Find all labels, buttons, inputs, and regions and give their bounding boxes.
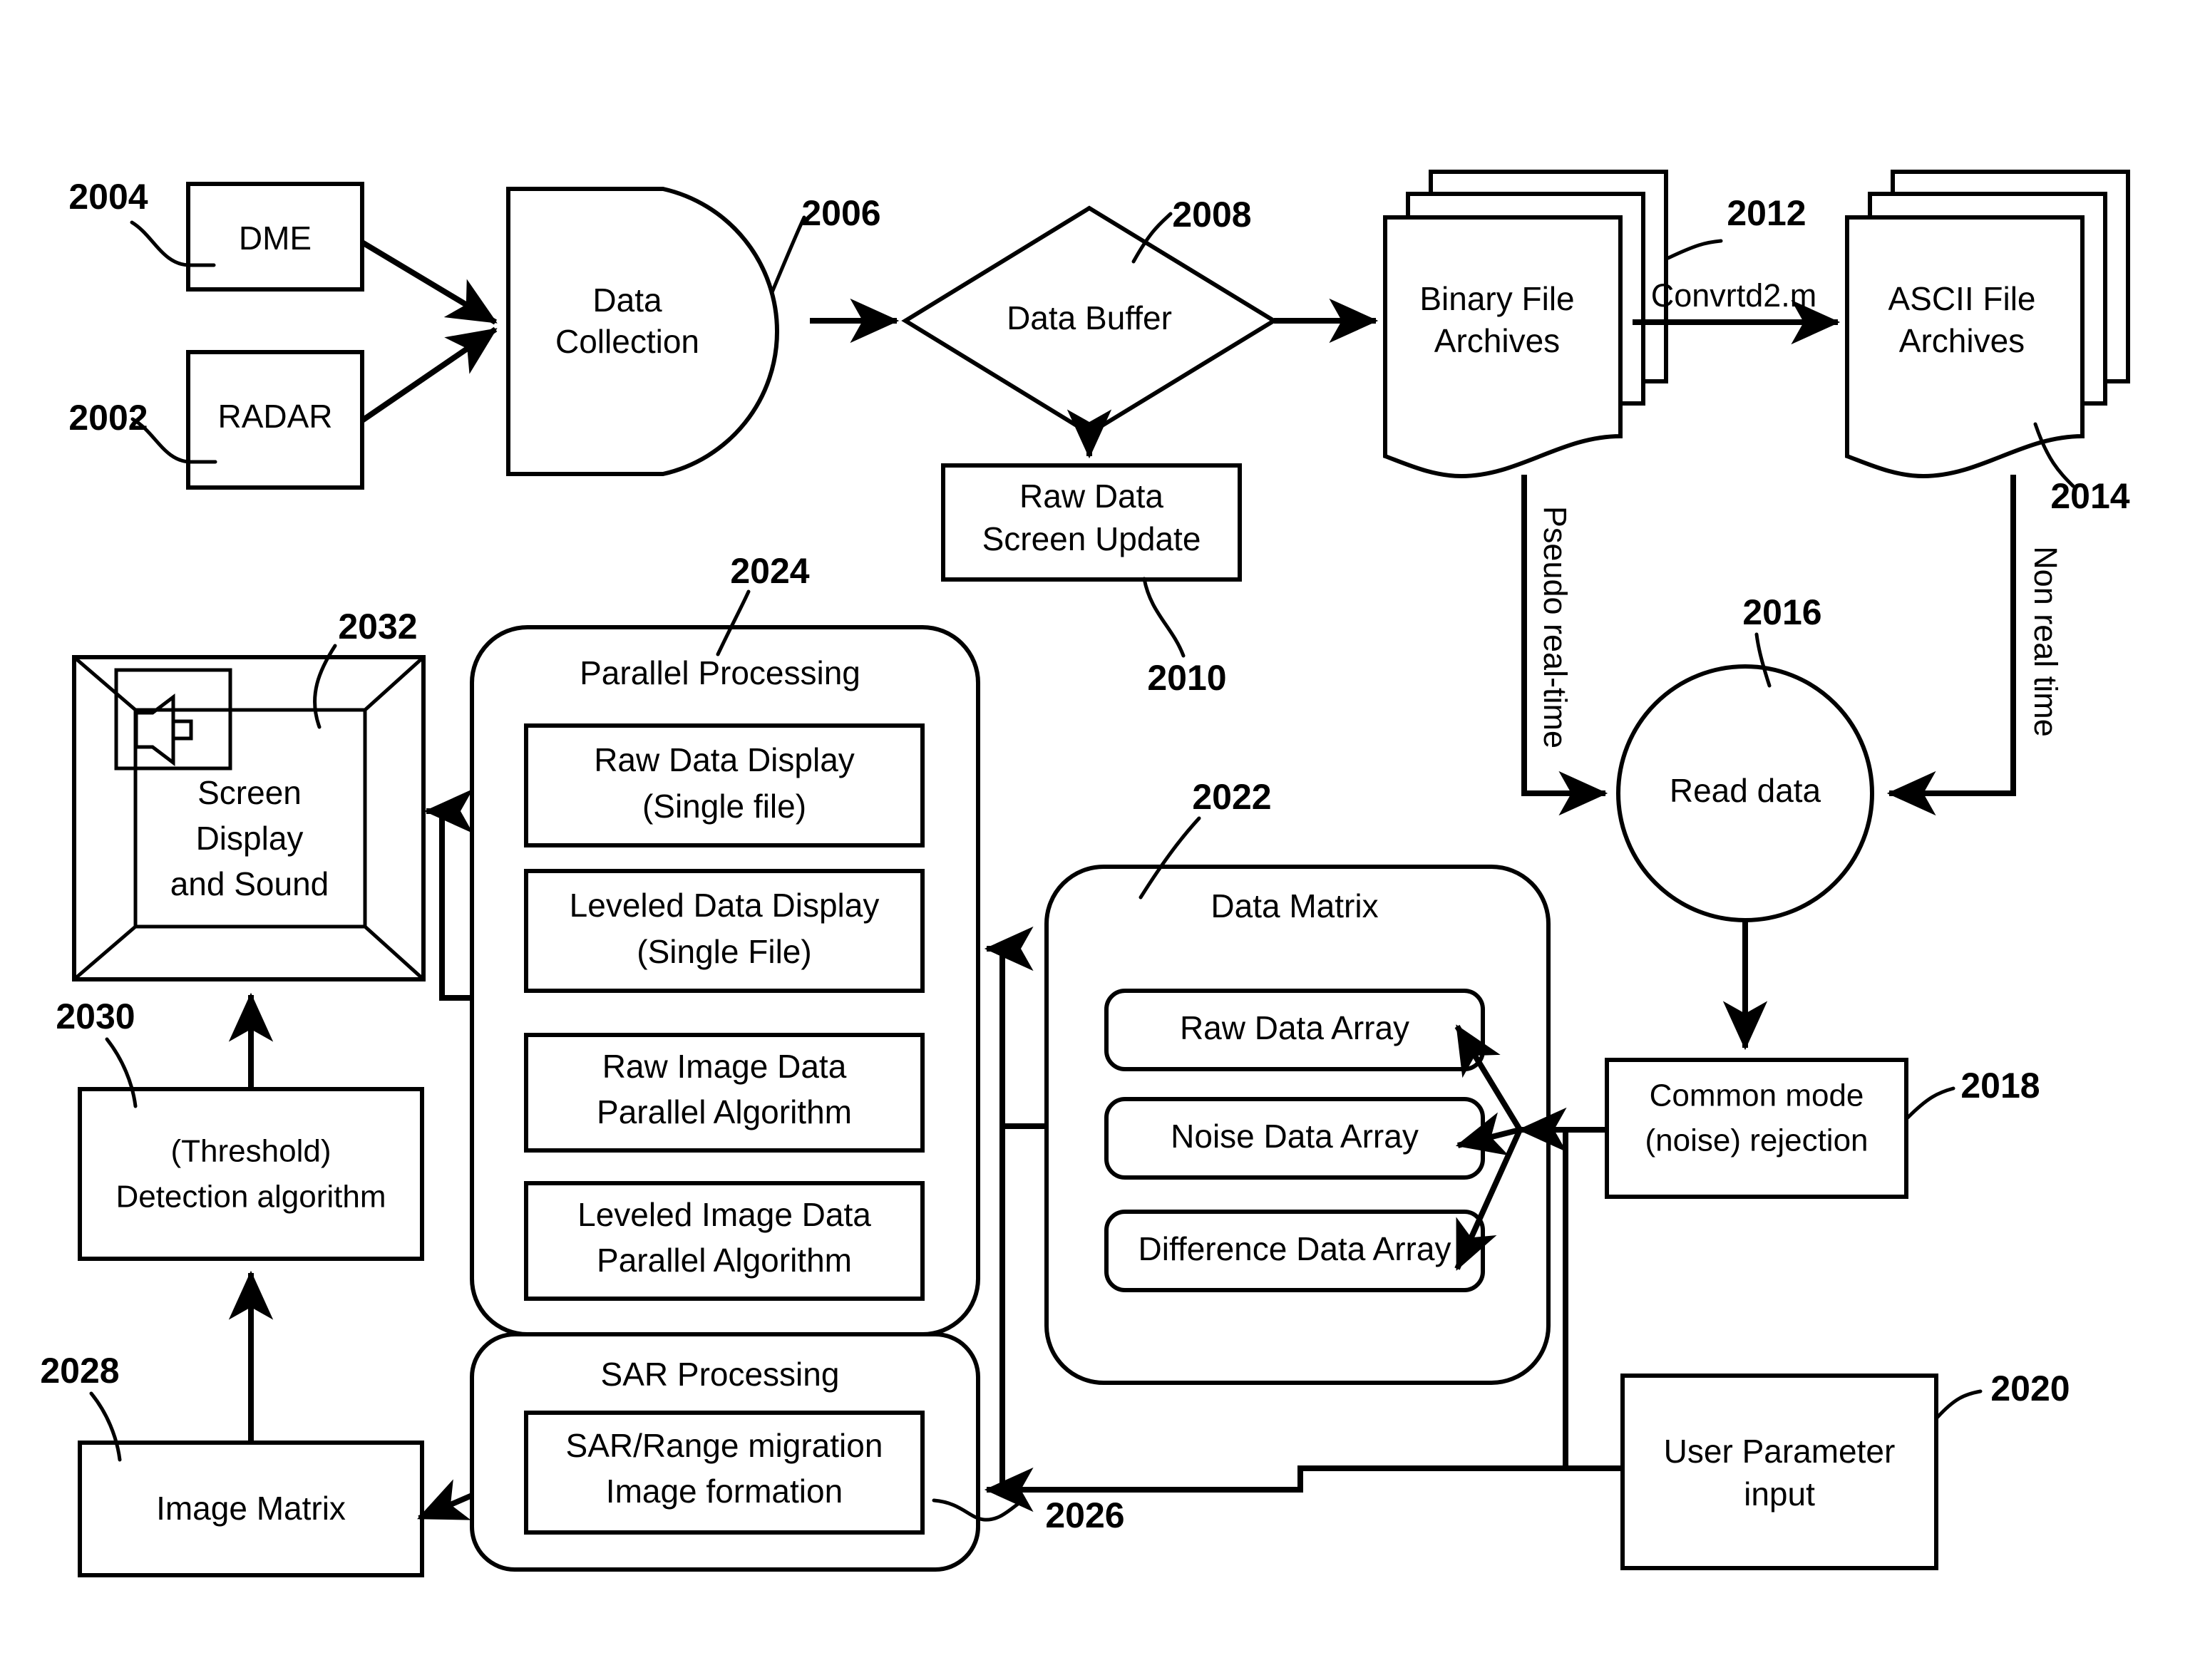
edge-data-matrix-to-parallel-processing: [984, 926, 1047, 1129]
node-sar-processing-title: SAR Processing: [601, 1356, 840, 1393]
node-common-mode-rejection-label-2: (noise) rejection: [1645, 1123, 1868, 1158]
leader-2020: [1936, 1389, 1983, 1419]
edge-label-non-real-time: Non real time: [2027, 546, 2064, 737]
sar-item-range-migration-line1: SAR/Range migration: [566, 1427, 883, 1464]
node-screen-display[interactable]: [72, 655, 426, 981]
pp-item-raw-image-data-line2: Parallel Algorithm: [597, 1093, 852, 1130]
node-screen-display-label-1: Screen: [197, 774, 302, 811]
edge-user-parameter-to-sar: [984, 1465, 1623, 1512]
node-user-parameter-input-label-1: User Parameter: [1664, 1433, 1896, 1470]
leader-2012: [1666, 239, 1723, 260]
edge-label-convrtd2: Convrtd2.m: [1651, 277, 1817, 314]
node-common-mode-rejection-label-1: Common mode: [1650, 1078, 1864, 1113]
node-image-matrix-label: Image Matrix: [156, 1490, 346, 1527]
ref-2012: 2012: [1727, 193, 1806, 233]
leader-2010: [1142, 577, 1186, 658]
node-user-parameter-input-label-2: input: [1744, 1475, 1815, 1512]
ref-2024: 2024: [730, 551, 809, 591]
node-detection-algorithm-label-2: Detection algorithm: [115, 1180, 386, 1215]
pp-item-leveled-data-display-line2: (Single File): [637, 933, 811, 970]
node-ascii-file-archives-label-1: ASCII File: [1888, 280, 2035, 317]
node-screen-display-label-2: Display: [196, 820, 304, 857]
ref-2010: 2010: [1147, 658, 1226, 698]
edge-dme-to-data-collection: [360, 239, 498, 325]
node-screen-display-label-3: and Sound: [170, 865, 329, 902]
data-matrix-item-difference-data-array-label: Difference Data Array: [1139, 1230, 1451, 1267]
ref-2022: 2022: [1192, 777, 1271, 817]
node-detection-algorithm[interactable]: [78, 1087, 424, 1261]
data-matrix-item-noise-data-array-label: Noise Data Array: [1171, 1118, 1419, 1155]
node-read-data-label: Read data: [1670, 772, 1821, 809]
edge-radar-to-data-collection: [360, 326, 498, 423]
ref-2018: 2018: [1960, 1066, 2040, 1106]
ref-2020: 2020: [1990, 1369, 2070, 1408]
flow-diagram-svg: DME 2004 RADAR 2002 Data Collection 2006…: [40, 170, 2130, 1577]
ref-2004: 2004: [68, 177, 148, 217]
node-ascii-file-archives-label-2: Archives: [1899, 322, 2025, 359]
leader-2006: [770, 215, 806, 294]
node-dme-label: DME: [239, 220, 312, 257]
node-parallel-processing-title: Parallel Processing: [580, 654, 860, 691]
ref-2008: 2008: [1172, 195, 1251, 235]
ref-2028: 2028: [40, 1351, 119, 1391]
leader-2018: [1906, 1086, 1955, 1120]
node-binary-file-archives-label-2: Archives: [1434, 322, 1560, 359]
edge-parallel-processing-to-screen-display: [423, 788, 473, 1001]
data-matrix-item-raw-data-array-label: Raw Data Array: [1180, 1009, 1409, 1046]
pp-item-raw-image-data-line1: Raw Image Data: [602, 1048, 847, 1085]
ref-2030: 2030: [56, 996, 135, 1036]
pp-item-leveled-image-data-line2: Parallel Algorithm: [597, 1242, 852, 1279]
edge-ascii-to-read-data: [1886, 475, 2016, 816]
pp-item-leveled-data-display-line1: Leveled Data Display: [570, 887, 880, 924]
ref-2032: 2032: [338, 607, 417, 646]
ref-2026: 2026: [1045, 1495, 1124, 1535]
node-data-matrix-title: Data Matrix: [1211, 887, 1378, 924]
node-detection-algorithm-label-1: (Threshold): [171, 1134, 331, 1169]
pp-item-leveled-image-data-line1: Leveled Image Data: [577, 1196, 871, 1233]
node-radar-label: RADAR: [217, 398, 332, 435]
ref-2002: 2002: [68, 398, 148, 438]
pp-item-raw-data-display-line1: Raw Data Display: [594, 741, 855, 778]
ref-2006: 2006: [801, 193, 880, 233]
sar-item-range-migration-line2: Image formation: [606, 1473, 843, 1510]
pp-item-raw-data-display-line2: (Single file): [642, 788, 806, 825]
edge-label-pseudo-real-time: Pseudo real-time: [1537, 506, 1573, 748]
node-data-collection-label-2: Collection: [555, 323, 699, 360]
node-raw-data-screen-update-label-1: Raw Data: [1019, 478, 1163, 515]
edge-sar-to-image-matrix: [417, 1479, 473, 1521]
node-raw-data-screen-update-label-2: Screen Update: [982, 520, 1201, 557]
ref-2016: 2016: [1742, 592, 1821, 632]
node-data-buffer-label: Data Buffer: [1007, 299, 1172, 336]
node-binary-file-archives-label-1: Binary File: [1419, 280, 1574, 317]
ref-2014: 2014: [2050, 476, 2129, 516]
node-user-parameter-input[interactable]: [1620, 1374, 1938, 1570]
node-data-collection-label-1: Data: [592, 282, 662, 319]
flow-diagram-canvas: DME 2004 RADAR 2002 Data Collection 2006…: [0, 0, 2205, 1680]
